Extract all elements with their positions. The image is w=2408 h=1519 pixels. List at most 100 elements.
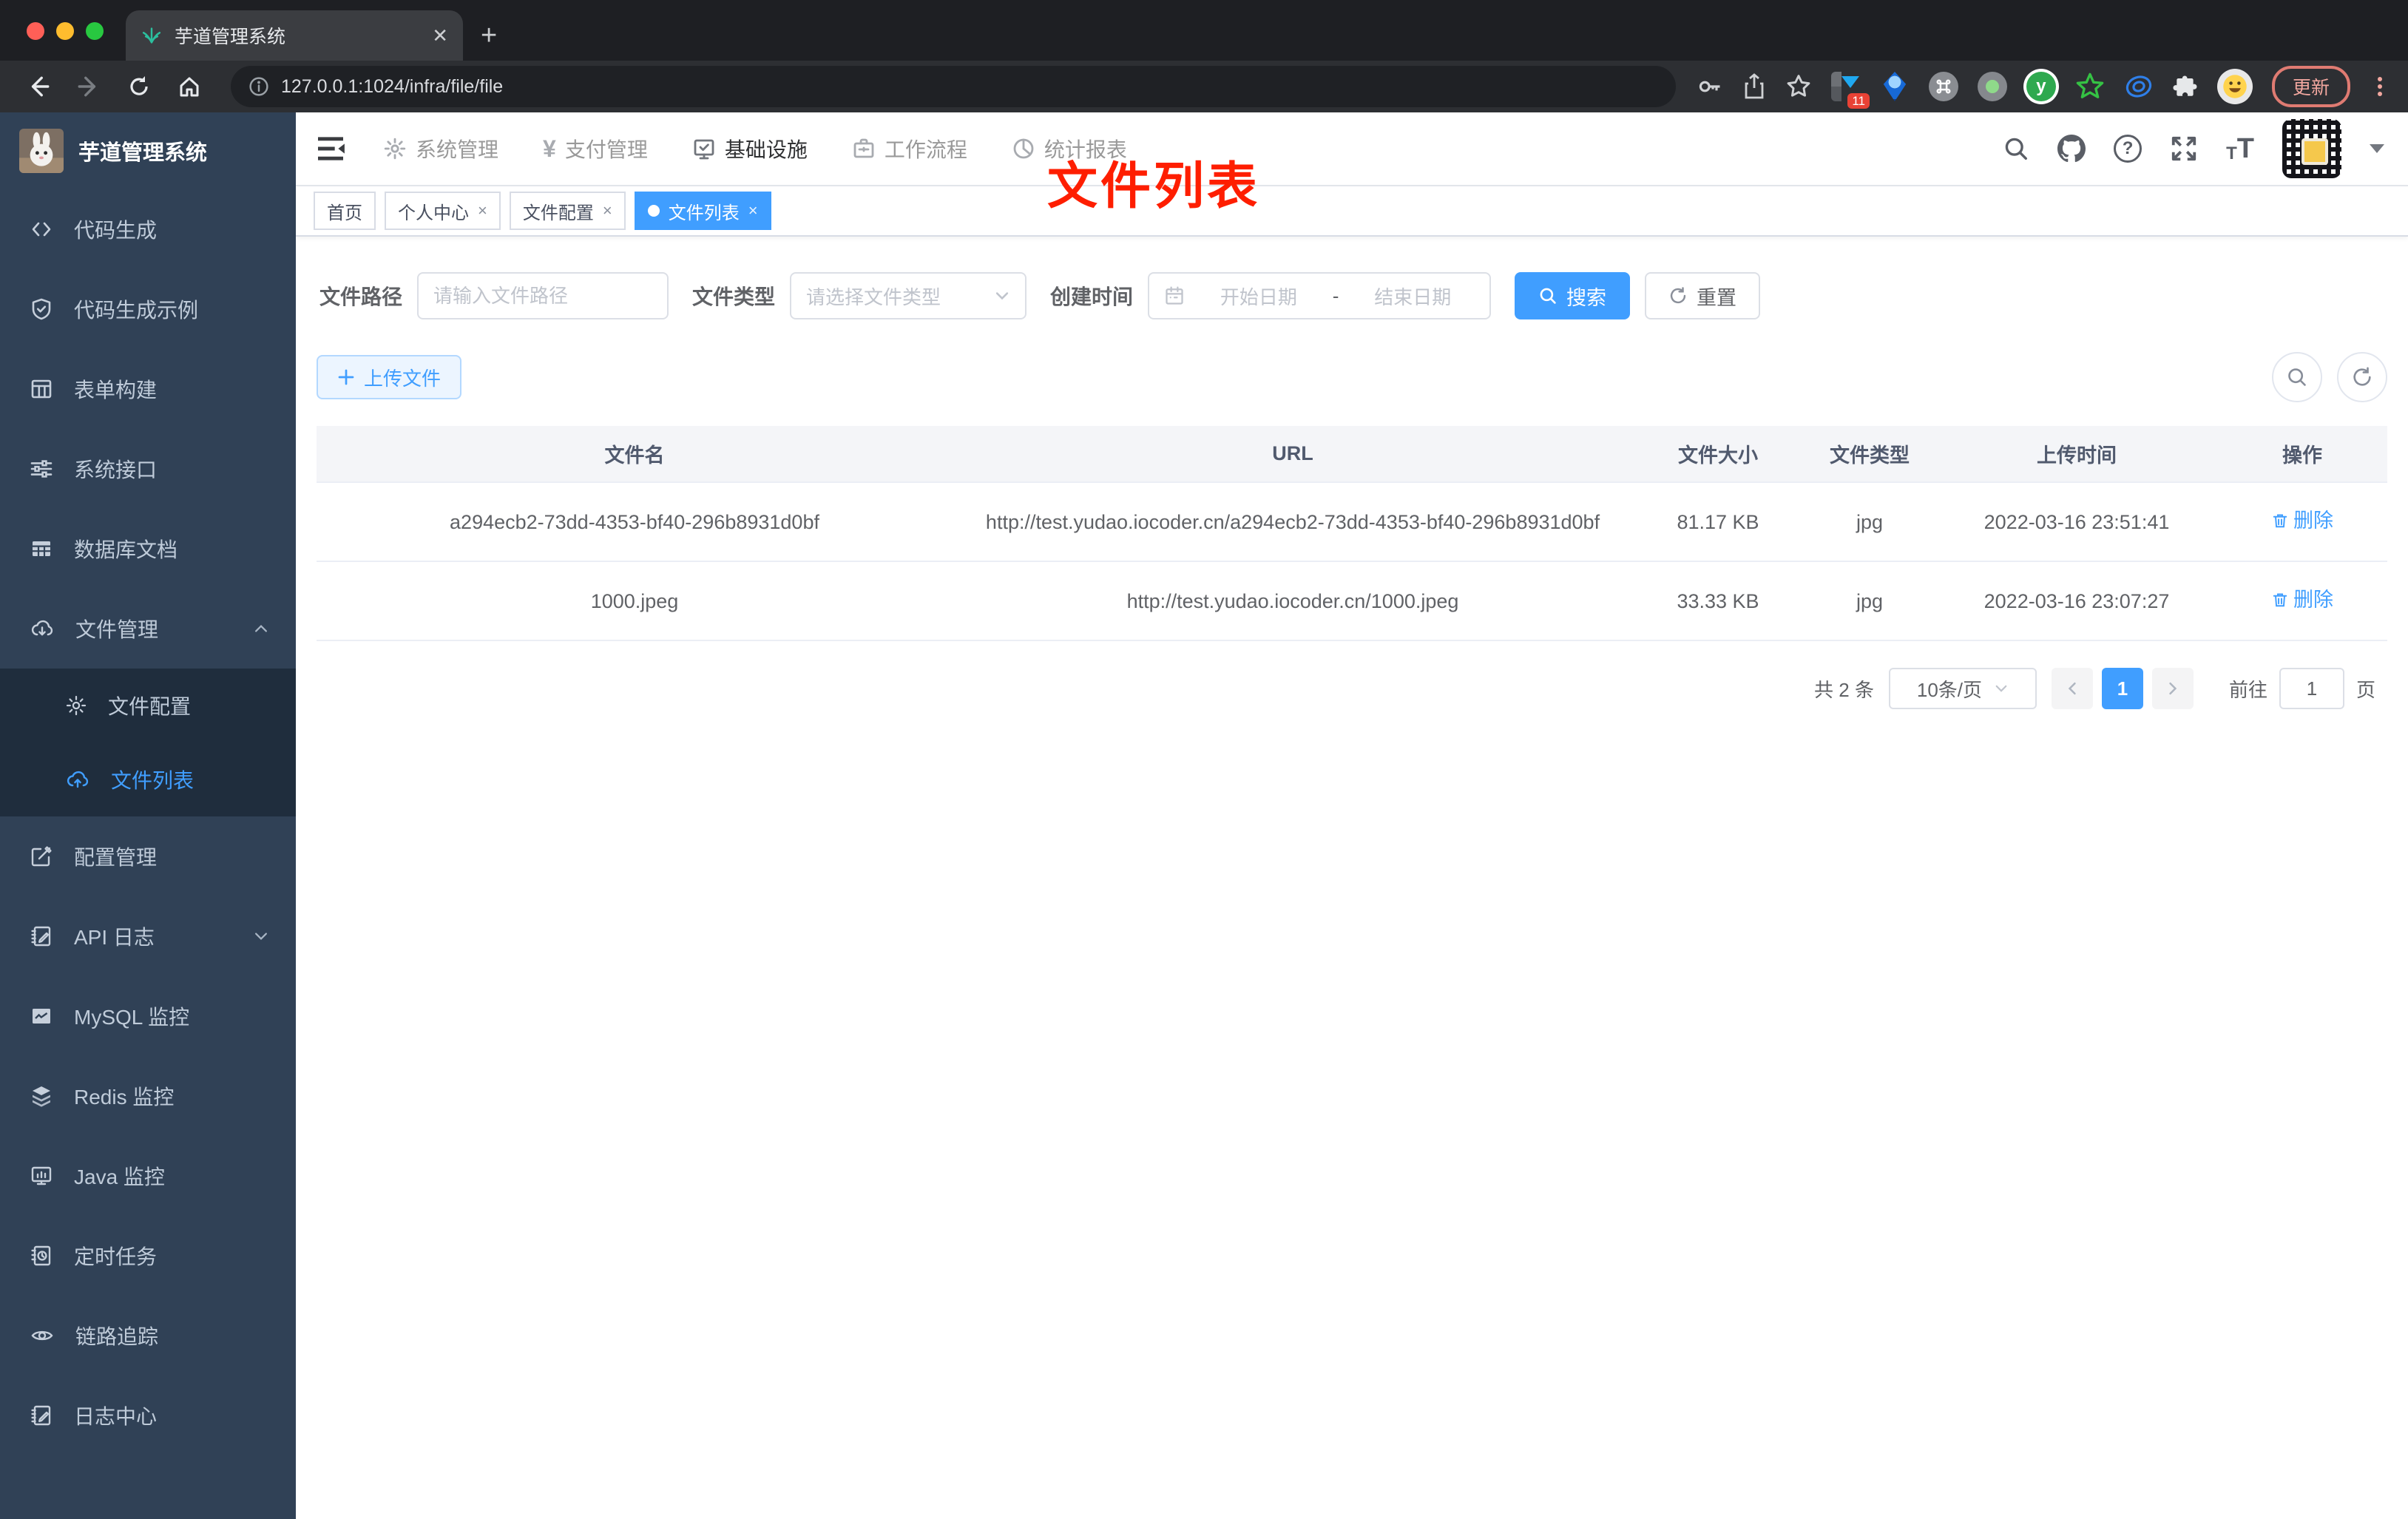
sidebar-item-label: 日志中心 [74,1405,158,1428]
sidebar-item-db-doc[interactable]: 数据库文档 [0,509,296,589]
sidebar-item-tracing[interactable]: 链路追踪 [0,1296,296,1376]
sidebar-item-file-list[interactable]: 文件列表 [0,742,296,816]
nav-statistics[interactable]: 统计报表 [1012,134,1127,163]
avatar-caret-icon[interactable] [2370,144,2384,153]
ext-kite-icon[interactable] [1883,72,1907,101]
text-size-icon[interactable]: TT [2226,135,2254,163]
bookmark-star-icon[interactable] [1785,73,1812,100]
ext-star-icon[interactable] [2075,72,2105,101]
tag-label: 文件配置 [522,203,594,223]
tag-home[interactable]: 首页 [314,192,376,230]
ext-eye-icon[interactable] [2124,72,2154,101]
nav-system-management[interactable]: 系统管理 [383,134,498,163]
col-file-size: 文件大小 [1633,426,1803,483]
col-actions: 操作 [2217,426,2387,483]
sidebar-item-java-monitor[interactable]: Java 监控 [0,1136,296,1216]
url-text[interactable]: 127.0.0.1:1024/infra/file/file [281,76,503,98]
tag-profile[interactable]: 个人中心 × [385,192,501,230]
share-icon[interactable] [1742,73,1766,100]
window-controls [27,22,104,40]
help-icon[interactable]: ? [2114,135,2142,163]
start-date-placeholder[interactable]: 开始日期 [1197,283,1321,310]
home-icon[interactable] [169,66,210,107]
tag-file-list[interactable]: 文件列表 × [634,192,771,230]
search-icon[interactable] [2003,135,2029,162]
end-date-placeholder[interactable]: 结束日期 [1350,283,1475,310]
page-number-button[interactable]: 1 [2101,668,2143,709]
sidebar-item-label: 代码生成示例 [74,299,199,322]
sidebar-item-mysql-monitor[interactable]: MySQL 监控 [0,976,296,1056]
password-key-icon[interactable] [1697,73,1723,100]
nav-payment-management[interactable]: ¥ 支付管理 [543,134,648,163]
sidebar-item-form-builder[interactable]: 表单构建 [0,349,296,429]
browser-tab[interactable]: 芋道管理系统 ✕ [126,10,463,61]
nav-infrastructure[interactable]: 基础设施 [692,134,808,163]
reset-button-label: 重置 [1697,286,1737,309]
sidebar-item-code-gen[interactable]: 代码生成 [0,189,296,269]
search-button-label: 搜索 [1566,286,1607,309]
extensions-puzzle-icon[interactable] [2173,74,2198,99]
new-tab-button[interactable]: + [481,20,497,52]
avatar[interactable] [2282,119,2341,178]
app-logo[interactable]: 芋道管理系统 [0,112,296,189]
nav-workflow[interactable]: 工作流程 [852,134,967,163]
sidebar-item-redis-monitor[interactable]: Redis 监控 [0,1056,296,1136]
calendar-icon [1166,286,1183,305]
tag-close-icon[interactable]: × [478,201,487,220]
cell-upload-time: 2022-03-16 23:07:27 [1936,561,2217,641]
delete-button[interactable]: 删除 [2271,584,2333,615]
ext-grid-icon[interactable]: 11 [1830,72,1870,109]
prev-page-button[interactable] [2051,668,2093,709]
shield-check-icon [30,297,53,321]
file-type-select[interactable]: 请选择文件类型 [790,272,1027,319]
next-page-button[interactable] [2151,668,2194,709]
sidebar-item-system-api[interactable]: 系统接口 [0,429,296,509]
toggle-search-button[interactable] [2272,352,2322,402]
ext-dot-icon[interactable] [1977,72,2007,101]
site-info-icon[interactable] [248,76,269,97]
upload-file-button[interactable]: 上传文件 [317,355,462,399]
log-pen-icon [30,1404,53,1427]
sidebar-item-log-center[interactable]: 日志中心 [0,1376,296,1455]
page-size-select[interactable]: 10条/页 [1888,668,2037,709]
reset-button[interactable]: 重置 [1645,272,1761,319]
refresh-table-button[interactable] [2337,352,2387,402]
browser-menu-icon[interactable] [2370,75,2390,98]
search-button[interactable]: 搜索 [1515,272,1631,319]
ext-command-icon[interactable] [1928,72,1958,101]
update-browser-button[interactable]: 更新 [2271,66,2350,107]
tag-close-icon[interactable]: × [603,201,612,220]
goto-page-input[interactable] [2279,668,2344,709]
sidebar-item-file-management[interactable]: 文件管理 [0,589,296,669]
ext-vue-icon[interactable]: y [2026,72,2056,101]
file-path-input[interactable] [417,272,669,319]
sidebar-item-label: 定时任务 [74,1245,158,1268]
forward-icon[interactable] [68,66,109,107]
tab-close-icon[interactable]: ✕ [432,24,448,47]
profile-avatar[interactable] [2216,69,2253,104]
sidebar-item-api-log[interactable]: API 日志 [0,896,296,976]
sidebar-item-label: 文件管理 [75,618,159,641]
sidebar-item-config-management[interactable]: 配置管理 [0,816,296,896]
url-bar[interactable]: 127.0.0.1:1024/infra/file/file [231,66,1676,107]
sidebar-item-file-config[interactable]: 文件配置 [0,669,296,742]
sidebar-item-code-demo[interactable]: 代码生成示例 [0,269,296,349]
github-icon[interactable] [2057,135,2086,163]
tag-file-config[interactable]: 文件配置 × [509,192,626,230]
date-range-picker[interactable]: 开始日期 - 结束日期 [1148,272,1492,319]
gear-icon [383,137,407,160]
sidebar-item-label: 文件配置 [108,695,192,718]
sidebar-item-scheduled-tasks[interactable]: 定时任务 [0,1216,296,1296]
reload-icon[interactable] [118,66,160,107]
tag-close-icon[interactable]: × [748,201,758,220]
minimize-window-button[interactable] [56,22,74,40]
close-window-button[interactable] [27,22,44,40]
refresh-icon [2353,367,2371,386]
sidebar-collapse-icon[interactable] [317,136,345,161]
cell-file-size: 81.17 KB [1633,482,1803,562]
fullscreen-icon[interactable] [2170,135,2198,163]
zoom-window-button[interactable] [86,22,104,40]
delete-button[interactable]: 删除 [2271,505,2333,536]
back-icon[interactable] [18,66,59,107]
col-upload-time: 上传时间 [1936,426,2217,483]
